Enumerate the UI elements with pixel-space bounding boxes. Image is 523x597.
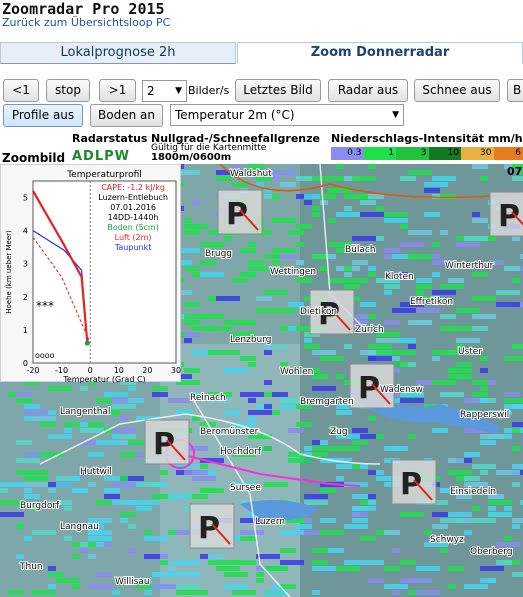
layer-value: Temperatur 2m (°C)	[175, 108, 295, 122]
temperature-profile-chart: Temperaturprofil -20 -10 0 10 20 30 0 1 2 3 4 5 Tempe…	[5, 170, 181, 384]
legend-swatch-3: 3	[396, 147, 429, 160]
place-label: Wettingen	[270, 267, 316, 277]
place-label: Sursee	[230, 483, 261, 493]
legend-swatch-4: 10	[428, 147, 461, 160]
rain-circles: oooo	[35, 351, 55, 360]
legend-swatch-1: 0.3	[331, 147, 364, 160]
place-label: Reinach	[190, 393, 226, 403]
air-legend: Luft (2m)	[115, 233, 152, 242]
chevron-down-icon: ▼	[175, 86, 182, 96]
next-frame-button[interactable]: >1	[99, 79, 136, 102]
profile-ytick: 1	[23, 326, 28, 335]
profile-ytick: 5	[23, 194, 28, 203]
snowline-value: 1800m/0600m	[151, 152, 232, 163]
place-label: Hochdorf	[220, 447, 262, 457]
dewpoint-legend: Taupunkt	[114, 243, 152, 252]
place-label: Zürich	[355, 325, 384, 335]
profile-xtick: 30	[171, 366, 181, 375]
storm-cell-marker[interactable]: P	[489, 191, 523, 237]
profile-xtick: -20	[26, 366, 39, 375]
location-label: Luzern-Entlebuch	[98, 193, 168, 202]
place-label: Thun	[19, 562, 43, 572]
profile-xtick: -10	[55, 366, 68, 375]
place-label: Einsiedeln	[450, 487, 496, 497]
frames-select[interactable]: 2 ▼	[142, 80, 187, 102]
place-label: Langnau	[60, 522, 99, 532]
place-label: Lenzburg	[230, 335, 272, 345]
profile-ytick: 3	[23, 260, 28, 269]
stop-button[interactable]: stop	[46, 79, 90, 102]
legend-swatch-5: 30	[461, 147, 494, 160]
intensity-label: Niederschlags-Intensität mm/h	[331, 132, 523, 145]
tab-lokalprognose[interactable]: Lokalprognose 2h	[0, 42, 236, 64]
place-label: Effretikon	[410, 297, 453, 307]
profile-xtick: 10	[114, 366, 124, 375]
time-label: 14DD-1440h	[108, 213, 159, 222]
place-label: Winterthur	[445, 261, 494, 271]
storm-cell-marker[interactable]: P	[189, 503, 235, 549]
radar-status-value: ADLPW	[72, 149, 131, 164]
map-time-label: 07	[507, 165, 522, 178]
place-label: Willisau	[115, 577, 150, 587]
place-label: Schwyz	[430, 535, 464, 545]
chevron-down-icon: ▼	[392, 110, 399, 120]
place-label: Uster	[458, 347, 482, 357]
ground-legend: Boden (5cm)	[107, 223, 159, 232]
place-label: Langenthal	[60, 407, 110, 417]
last-image-button[interactable]: Letztes Bild	[235, 79, 321, 102]
place-label: Bremgarten	[300, 397, 354, 407]
legend-swatch-2: 1	[363, 147, 396, 160]
storm-cell-marker[interactable]: P	[144, 419, 190, 465]
layer-select[interactable]: Temperatur 2m (°C) ▼	[170, 104, 404, 126]
storm-cell-marker[interactable]: P	[391, 459, 437, 505]
profile-ylabel: Hoehe (km ueber Meer)	[5, 230, 13, 314]
place-label: Wädensw	[380, 385, 423, 395]
place-label: Wohlen	[280, 367, 313, 377]
temperature-profile-panel: Temperaturprofil -20 -10 0 10 20 30 0 1 2 3 4 5 Tempe…	[0, 164, 181, 384]
date-label: 07.01.2016	[110, 203, 156, 212]
place-label: Burgdorf	[20, 501, 60, 511]
place-label: Oberberg	[470, 547, 513, 557]
cape-label: CAPE: -1.2 kJ/kg	[101, 183, 165, 192]
legend-swatch-6: 6	[493, 147, 523, 160]
place-label: Waldshut	[230, 169, 272, 179]
back-link[interactable]: Zurück zum Übersichtsloop PC	[2, 16, 170, 29]
profile-ytick: 2	[23, 293, 28, 302]
profile-xlabel: Temperatur (Grad C)	[62, 375, 145, 383]
place-label: Zug	[330, 427, 348, 437]
ground-temp-point	[84, 340, 90, 346]
place-label: Kloten	[385, 272, 414, 282]
radar-status-label: Radarstatus	[72, 132, 148, 145]
profile-ytick: 0	[23, 359, 28, 368]
profile-xtick: 20	[142, 366, 152, 375]
frames-value: 2	[147, 84, 155, 98]
place-label: Beromünster	[200, 427, 259, 437]
profile-title: Temperaturprofil	[66, 170, 142, 180]
radar-off-button[interactable]: Radar aus	[328, 79, 408, 102]
place-label: Luzern	[255, 517, 285, 527]
tab-zoom-donnerradar[interactable]: Zoom Donnerradar	[237, 42, 523, 64]
place-label: Bülach	[345, 245, 376, 255]
profile-xtick: 0	[88, 366, 93, 375]
place-label: Dietikon	[300, 307, 337, 317]
zoom-label: Zoombild	[2, 151, 66, 165]
storm-cell-marker[interactable]: P	[217, 189, 263, 235]
place-label: Brugg	[205, 249, 232, 259]
ground-on-button[interactable]: Boden an	[90, 104, 163, 127]
profile-off-button[interactable]: Profile aus	[3, 104, 83, 127]
snow-stars: ***	[36, 299, 54, 313]
snow-off-button[interactable]: Schnee aus	[414, 79, 500, 102]
prev-frame-button[interactable]: <1	[3, 79, 39, 102]
place-label: Rapperswil	[460, 410, 509, 420]
more-button[interactable]: B	[507, 79, 523, 102]
frames-unit-label: Bilder/s	[188, 84, 230, 97]
place-label: Huttwil	[80, 467, 112, 477]
profile-ytick: 4	[23, 227, 28, 236]
